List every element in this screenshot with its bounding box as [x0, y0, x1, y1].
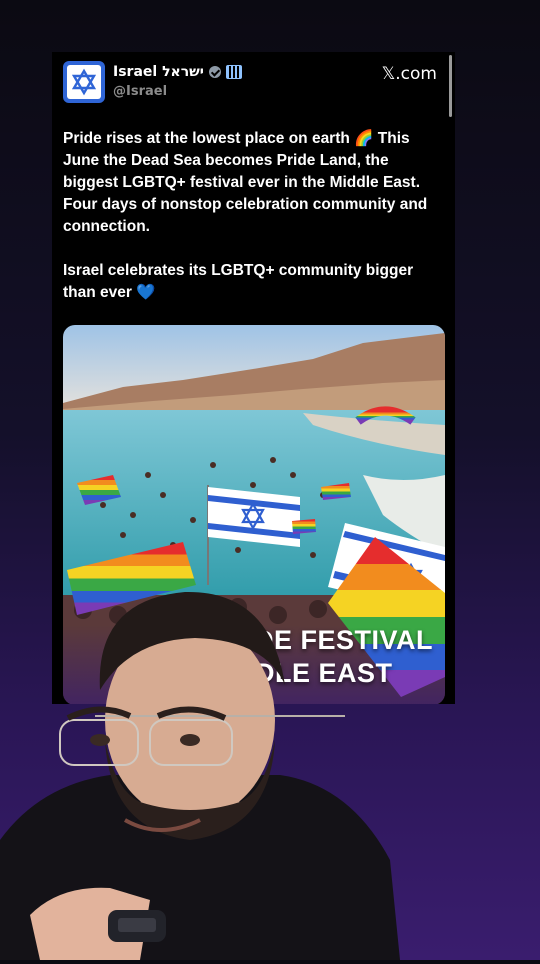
presenter-video: [0, 570, 400, 960]
x-logo: 𝕏.com: [381, 64, 437, 84]
tweet-text: Pride rises at the lowest place on earth…: [63, 130, 428, 301]
display-name-row[interactable]: Israel ישראל: [113, 64, 242, 80]
handle[interactable]: @Israel: [113, 84, 167, 99]
star-of-david-icon: [67, 65, 101, 99]
avatar[interactable]: [63, 61, 105, 103]
scrollbar[interactable]: [449, 55, 452, 117]
verified-badge-icon: [208, 66, 221, 78]
affiliate-badge-icon: [225, 65, 242, 79]
display-name[interactable]: Israel ישראל: [113, 64, 204, 80]
